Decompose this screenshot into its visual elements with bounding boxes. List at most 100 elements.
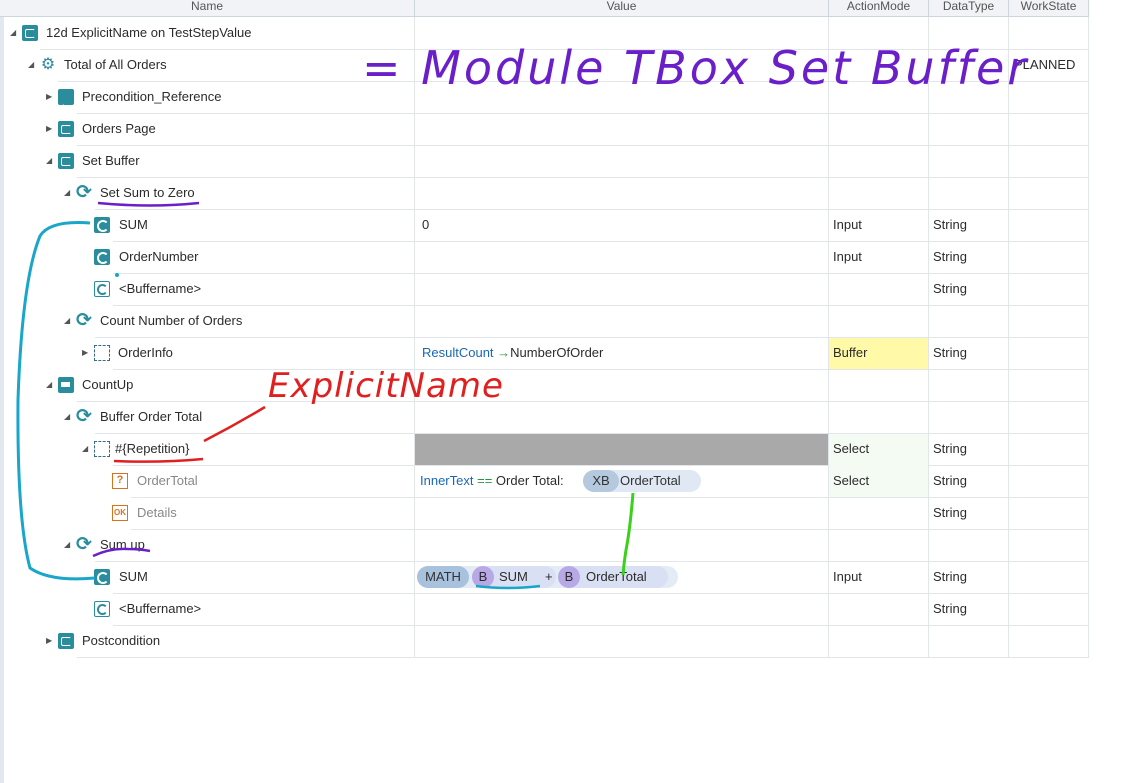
module-attr-icon [94, 217, 110, 233]
row-name: #{Repetition} [115, 441, 190, 456]
tree-row[interactable]: ? OrderTotal [0, 465, 415, 497]
row-name: Orders Page [82, 121, 156, 136]
datatype-cell[interactable]: String [933, 465, 967, 497]
tree-row[interactable]: ▶ Precondition_Reference [0, 81, 415, 120]
b-badge: B [472, 566, 494, 588]
row-name: SUM [119, 217, 148, 232]
tree-row[interactable]: ◢ ⟳ Set Sum to Zero [0, 177, 415, 209]
module-attr-icon [94, 249, 110, 265]
tree-row[interactable]: ◢ Set Buffer [0, 145, 415, 177]
tree-row[interactable]: ◢ ⚙ Total of All Orders [0, 49, 415, 81]
datatype-cell[interactable]: String [933, 337, 967, 369]
row-name: Total of All Orders [64, 57, 167, 72]
expand-triangle-icon[interactable]: ◢ [82, 433, 88, 465]
datatype-cell[interactable]: String [933, 241, 967, 273]
value-buffer-name: NumberOfOrder [510, 345, 604, 360]
row-name: Count Number of Orders [100, 313, 243, 328]
folder-icon [22, 25, 38, 41]
b-badge: B [558, 566, 580, 588]
expand-triangle-icon[interactable]: ◢ [46, 369, 52, 401]
actionmode-cell[interactable]: Select [833, 433, 869, 465]
module-attr-icon [94, 569, 110, 585]
buffer-token[interactable]: XB OrderTotal [583, 470, 701, 492]
tree-row[interactable]: ◢ ⟳ Buffer Order Total [0, 401, 415, 433]
green-link [621, 492, 635, 576]
actionmode-cell[interactable]: Input [833, 241, 862, 273]
plus-operator: + [545, 569, 553, 584]
actionmode-cell[interactable]: Buffer [833, 337, 867, 369]
collapse-triangle-icon[interactable]: ▶ [46, 81, 52, 113]
actionmode-cell[interactable]: Input [833, 209, 862, 241]
tree-row[interactable]: ▶ Postcondition [0, 625, 415, 657]
module-attr-outline-icon [94, 281, 110, 297]
folder-icon [58, 153, 74, 169]
buffer-subtoken: B OrderTotal [558, 566, 668, 588]
collapse-triangle-icon[interactable]: ▶ [46, 625, 52, 657]
row-name: OrderNumber [119, 249, 199, 264]
expand-triangle-icon[interactable]: ◢ [64, 305, 70, 337]
tree-row[interactable]: SUM [0, 209, 415, 241]
tree-row[interactable]: ▶ Orders Page [0, 113, 415, 145]
folder-icon [58, 121, 74, 137]
row-name: CountUp [82, 377, 134, 392]
expand-triangle-icon[interactable]: ◢ [46, 145, 52, 177]
tree-row[interactable]: ◢ CountUp [0, 369, 415, 401]
buffer-token-name: OrderTotal [586, 569, 647, 584]
row-name: Buffer Order Total [100, 409, 203, 424]
datatype-cell[interactable]: String [933, 497, 967, 529]
row-name: Sum up [100, 537, 145, 552]
row-name: Set Sum to Zero [100, 185, 195, 200]
annotation-module-note: = Module TBox Set Buffer [362, 41, 1030, 95]
collapse-triangle-icon[interactable]: ▶ [82, 337, 88, 369]
tree-row[interactable]: <Buffername> [0, 273, 415, 305]
tree-row[interactable]: SUM [0, 561, 415, 593]
tree-row[interactable]: ◢ #{Repetition} [0, 433, 415, 465]
expand-triangle-icon[interactable]: ◢ [28, 49, 34, 81]
expand-triangle-icon[interactable]: ◢ [64, 529, 70, 561]
column-header-name[interactable]: Name [0, 0, 415, 17]
tree-row[interactable]: ◢ 12d ExplicitName on TestStepValue [0, 17, 415, 49]
datatype-cell[interactable]: String [933, 593, 967, 625]
datatype-cell[interactable]: String [933, 209, 967, 241]
math-expression-token[interactable]: MATH B SUM + B OrderTotal [417, 566, 678, 588]
value-property: ResultCount [422, 345, 494, 360]
tree-row[interactable]: ◢ ⟳ Sum up [0, 529, 415, 561]
folder-loop-icon [58, 377, 74, 393]
reference-icon [58, 88, 74, 120]
datatype-cell[interactable]: String [933, 273, 967, 305]
sync-icon: ⟳ [76, 406, 92, 427]
column-header-datatype[interactable]: DataType [929, 0, 1009, 17]
tree-row[interactable]: OK Details [0, 497, 415, 529]
sync-icon: ⟳ [76, 310, 92, 331]
actionmode-cell[interactable]: Input [833, 561, 862, 593]
buffer-subtoken: B SUM [472, 566, 556, 588]
expand-triangle-icon[interactable]: ◢ [10, 17, 16, 49]
tree-row[interactable]: ▶ OrderInfo [0, 337, 415, 369]
value-literal: Order Total: [495, 473, 564, 488]
expand-triangle-icon[interactable]: ◢ [64, 401, 70, 433]
column-header-value[interactable]: Value [415, 0, 829, 17]
row-name: Precondition_Reference [82, 89, 222, 104]
datatype-cell[interactable]: String [933, 433, 967, 465]
datatype-cell[interactable]: String [933, 561, 967, 593]
row-name: 12d ExplicitName on TestStepValue [46, 25, 252, 40]
expand-triangle-icon[interactable]: ◢ [64, 177, 70, 209]
collapse-triangle-icon[interactable]: ▶ [46, 113, 52, 145]
column-header-actionmode[interactable]: ActionMode [829, 0, 929, 17]
xb-badge: XB [583, 470, 619, 492]
module-attr-outline-icon [94, 601, 110, 617]
question-icon: ? [112, 473, 128, 489]
value-cell[interactable]: 0 [422, 209, 429, 241]
folder-icon [58, 633, 74, 649]
ok-icon: OK [112, 505, 128, 521]
value-cell[interactable]: ResultCount →NumberOfOrder [422, 337, 603, 369]
disabled-value-cell [415, 434, 828, 465]
column-header-workstate[interactable]: WorkState [1009, 0, 1089, 17]
tree-row[interactable]: OrderNumber [0, 241, 415, 273]
row-name: Postcondition [82, 633, 161, 648]
math-badge: MATH [417, 566, 469, 588]
tree-row[interactable]: <Buffername> [0, 593, 415, 625]
grid-line [77, 657, 1089, 658]
tree-row[interactable]: ◢ ⟳ Count Number of Orders [0, 305, 415, 337]
actionmode-cell[interactable]: Select [833, 465, 869, 497]
